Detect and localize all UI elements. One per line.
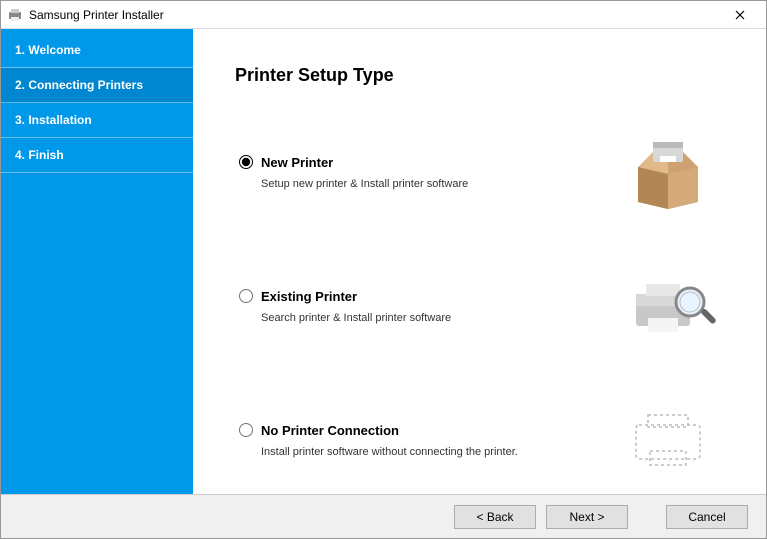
window-title: Samsung Printer Installer [29,8,720,22]
radio-new-printer[interactable]: New Printer [239,155,608,170]
radio-input-no-printer[interactable] [239,423,253,437]
sidebar-item-label: 4. Finish [15,148,64,162]
sidebar-item-label: 2. Connecting Printers [15,78,143,92]
option-title: No Printer Connection [261,423,399,438]
sidebar-item-connecting-printers: 2. Connecting Printers [1,68,193,103]
option-desc: Search printer & Install printer softwar… [261,312,608,324]
radio-input-new-printer[interactable] [239,155,253,169]
option-text: No Printer Connection Install printer so… [235,423,608,458]
radio-no-printer[interactable]: No Printer Connection [239,423,608,438]
cancel-button[interactable]: Cancel [666,505,748,529]
sidebar-item-welcome: 1. Welcome [1,33,193,68]
option-text: Existing Printer Search printer & Instal… [235,289,608,324]
page-title: Printer Setup Type [235,65,738,86]
option-title: Existing Printer [261,289,357,304]
option-desc: Install printer software without connect… [261,446,608,458]
option-title: New Printer [261,155,333,170]
option-text: New Printer Setup new printer & Install … [235,155,608,190]
sidebar-item-label: 1. Welcome [15,43,81,57]
no-printer-outline-icon [608,400,728,480]
new-printer-box-icon [608,132,728,212]
option-no-printer: No Printer Connection Install printer so… [235,400,738,480]
option-desc: Setup new printer & Install printer soft… [261,178,608,190]
close-button[interactable] [720,3,760,27]
sidebar-item-installation: 3. Installation [1,103,193,138]
radio-existing-printer[interactable]: Existing Printer [239,289,608,304]
main-panel: Printer Setup Type New Printer Setup new… [193,29,766,494]
body: 1. Welcome 2. Connecting Printers 3. Ins… [1,29,766,494]
back-button[interactable]: < Back [454,505,536,529]
options-group: New Printer Setup new printer & Install … [235,132,738,484]
sidebar: 1. Welcome 2. Connecting Printers 3. Ins… [1,29,193,494]
option-existing-printer: Existing Printer Search printer & Instal… [235,266,738,346]
installer-window: Samsung Printer Installer 1. Welcome 2. … [0,0,767,539]
titlebar: Samsung Printer Installer [1,1,766,29]
option-new-printer: New Printer Setup new printer & Install … [235,132,738,212]
sidebar-item-finish: 4. Finish [1,138,193,173]
next-button[interactable]: Next > [546,505,628,529]
app-icon [7,7,23,23]
existing-printer-search-icon [608,266,728,346]
sidebar-item-label: 3. Installation [15,113,92,127]
footer: < Back Next > Cancel [1,494,766,538]
radio-input-existing-printer[interactable] [239,289,253,303]
